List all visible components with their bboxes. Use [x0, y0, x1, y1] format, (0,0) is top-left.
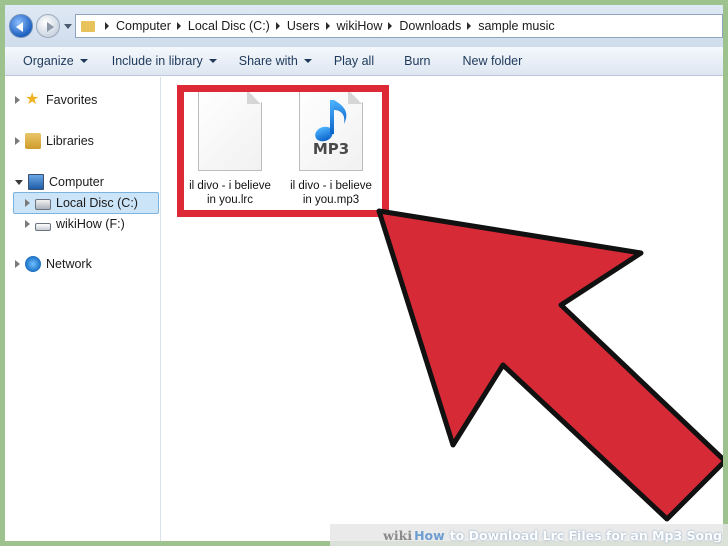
wikihow-logo-how: How — [414, 527, 445, 543]
wikihow-title-banner: wiki How to Download Lrc Files for an Mp… — [330, 524, 728, 546]
pointer-arrow-icon — [376, 208, 723, 522]
explorer-window: Computer Local Disc (C:) Users wikiHow D… — [5, 5, 723, 541]
wikihow-logo-wiki: wiki — [383, 527, 413, 543]
article-title: to Download Lrc Files for an Mp3 Song — [449, 527, 722, 543]
